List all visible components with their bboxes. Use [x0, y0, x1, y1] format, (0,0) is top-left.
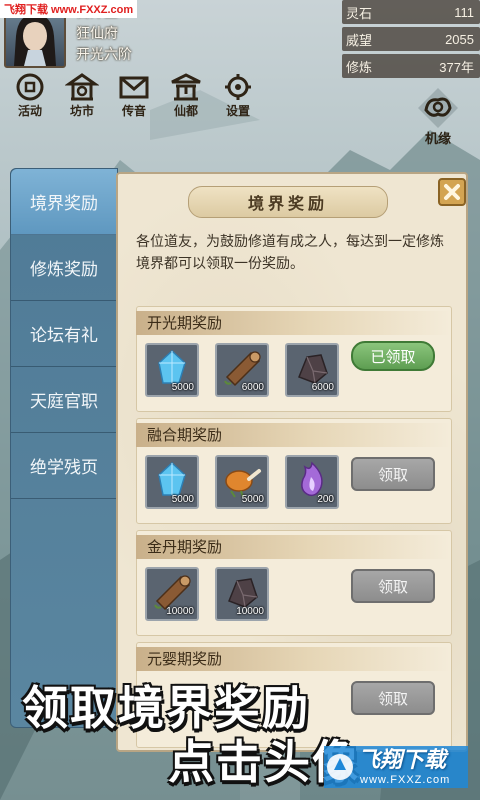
item-count: 10000 — [166, 606, 194, 617]
gear-icon — [225, 74, 251, 100]
close-icon — [444, 184, 460, 200]
watermark-logo-text: 飞翔下载 — [358, 748, 447, 773]
reward-item[interactable]: 5000 — [145, 343, 199, 397]
item-count: 5000 — [241, 494, 264, 505]
reward-category-tabs: 境界奖励 修炼奖励 论坛有礼 天庭官职 绝学残页 — [10, 168, 118, 728]
reward-card: 金丹期奖励 10000 10000 领取 — [136, 530, 452, 636]
menu-label: 活动 — [17, 104, 42, 118]
claim-button[interactable]: 领取 — [351, 457, 435, 491]
stat-lingshi: 灵石 111 — [342, 0, 480, 24]
item-count: 10000 — [236, 606, 264, 617]
item-count: 5000 — [171, 382, 194, 393]
item-count: 5000 — [171, 494, 194, 505]
menu-settings-button[interactable]: 设置 — [212, 72, 264, 122]
reward-title: 元婴期奖励 — [147, 651, 223, 668]
item-count: 6000 — [241, 382, 264, 393]
reward-title: 融合期奖励 — [147, 427, 223, 444]
tab-cultivation-reward[interactable]: 修炼奖励 — [11, 235, 117, 301]
menu-label: 传音 — [121, 104, 146, 118]
watermark-top: 飞翔下载 www.FXXZ.com — [0, 0, 138, 18]
stat-label: 灵石 — [346, 5, 373, 21]
tab-forum-gift[interactable]: 论坛有礼 — [11, 301, 117, 367]
claim-button[interactable]: 领取 — [351, 569, 435, 603]
reward-item[interactable]: 200 — [285, 455, 339, 509]
envelope-icon — [119, 76, 149, 99]
tab-realm-reward[interactable]: 境界奖励 — [11, 169, 117, 235]
menu-label: 设置 — [225, 104, 250, 118]
menu-label: 仙都 — [173, 104, 198, 118]
panel-title: 境界奖励 — [188, 186, 388, 218]
claimed-button[interactable]: 已领取 — [351, 341, 435, 371]
coin-icon — [16, 73, 44, 101]
item-count: 6000 — [311, 382, 334, 393]
tab-heaven-office[interactable]: 天庭官职 — [11, 367, 117, 433]
menu-message-button[interactable]: 传音 — [108, 72, 160, 122]
reward-item[interactable]: 10000 — [215, 567, 269, 621]
item-count: 200 — [317, 494, 334, 505]
claim-button[interactable]: 领取 — [351, 681, 435, 715]
market-icon — [65, 73, 99, 101]
menu-capital-button[interactable]: 仙都 — [160, 72, 212, 122]
stat-label: 修炼 — [346, 59, 373, 75]
realm-reward-panel: 境界奖励 各位道友，为鼓励修道有成之人，每达到一定修炼境界都可以领取一份奖励。 … — [116, 172, 468, 752]
reward-items: 5000 5000 200 — [145, 455, 355, 509]
reward-item[interactable]: 6000 — [285, 343, 339, 397]
reward-items: 10000 10000 — [145, 567, 285, 621]
reward-item[interactable]: 5000 — [215, 455, 269, 509]
stat-value: 377年 — [439, 59, 474, 75]
cloud-swirl-icon — [418, 88, 458, 128]
watermark-logo-url: www.FXXZ.com — [360, 774, 451, 786]
jiyuan-label: 机缘 — [424, 131, 451, 146]
reward-item[interactable]: 5000 — [145, 455, 199, 509]
close-button[interactable] — [438, 178, 466, 206]
resource-stats: 灵石 111 威望 2055 修炼 377年 — [342, 0, 480, 81]
stat-value: 2055 — [445, 31, 474, 47]
tab-skill-fragments[interactable]: 绝学残页 — [11, 433, 117, 499]
top-menu: 活动 坊市 传音 仙都 设置 — [4, 72, 264, 122]
player-realm: 开光六阶 — [76, 46, 132, 62]
stat-label: 威望 — [346, 32, 373, 48]
menu-label: 坊市 — [69, 104, 94, 118]
stat-weiwang: 威望 2055 — [342, 27, 480, 51]
reward-card: 开光期奖励 5000 6000 6000 已领取 — [136, 306, 452, 412]
reward-title: 开光期奖励 — [147, 315, 223, 332]
stat-value: 111 — [454, 4, 474, 20]
reward-card: 融合期奖励 5000 5000 200 领取 — [136, 418, 452, 524]
panel-description: 各位道友，为鼓励修道有成之人，每达到一定修炼境界都可以领取一份奖励。 — [136, 233, 444, 271]
reward-item[interactable]: 6000 — [215, 343, 269, 397]
menu-activity-button[interactable]: 活动 — [4, 72, 56, 122]
player-sect: 狂仙府 — [76, 25, 118, 41]
reward-items: 5000 6000 6000 — [145, 343, 355, 397]
reward-item[interactable]: 10000 — [145, 567, 199, 621]
palace-icon — [171, 73, 201, 101]
reward-title: 金丹期奖励 — [147, 539, 223, 556]
stat-xiulian: 修炼 377年 — [342, 54, 480, 78]
menu-market-button[interactable]: 坊市 — [56, 72, 108, 122]
watermark-logo: 飞翔下载 www.FXXZ.com — [318, 740, 476, 794]
jiyuan-button[interactable]: 机缘 — [408, 84, 468, 150]
